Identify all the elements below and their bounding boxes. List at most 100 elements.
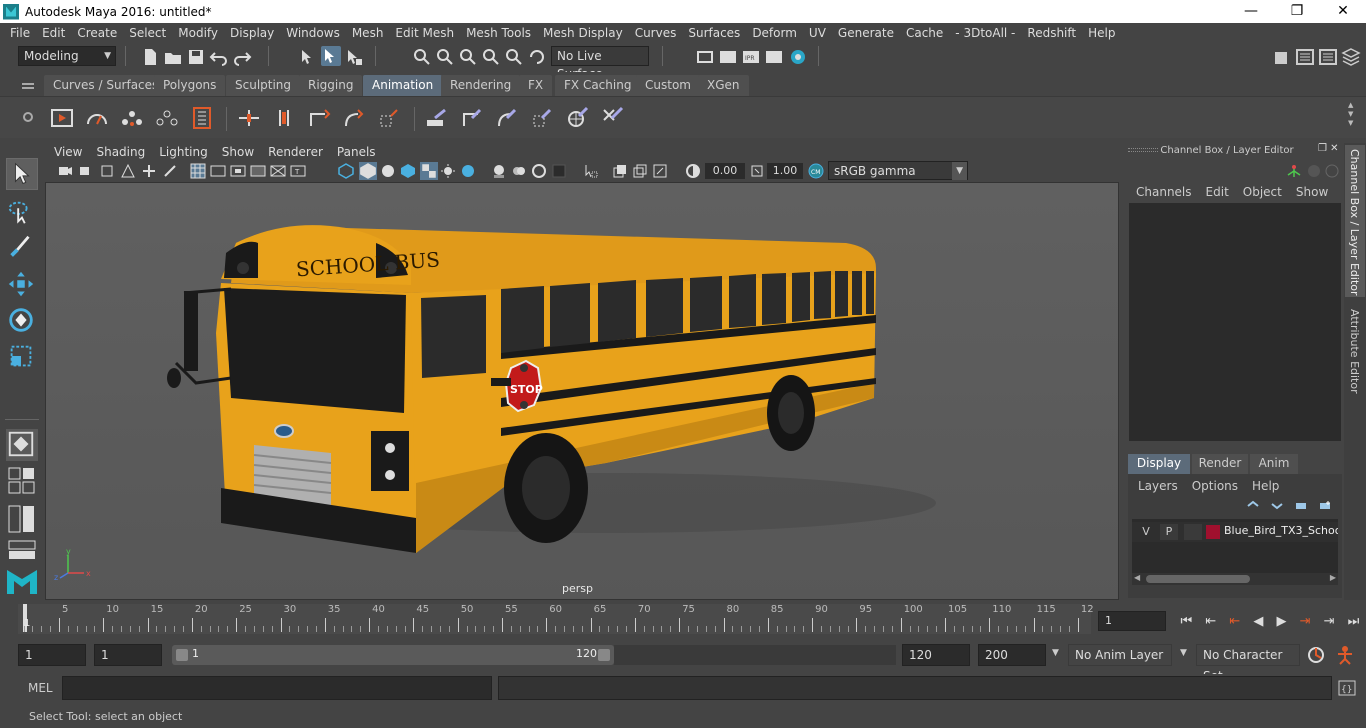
orient-constraint-icon[interactable] — [495, 106, 519, 130]
new-empty-layer-icon[interactable] — [1294, 500, 1308, 512]
textured-icon[interactable] — [400, 163, 416, 179]
gate-mask-icon[interactable] — [250, 163, 266, 179]
motion-blur-icon[interactable] — [511, 163, 527, 179]
help-menu[interactable]: Help — [1252, 479, 1279, 493]
isolate-select-icon[interactable] — [583, 163, 599, 179]
xray-icon[interactable] — [612, 163, 628, 179]
start-time-field[interactable]: 1 — [18, 644, 86, 666]
grease-pencil-icon[interactable] — [162, 163, 178, 179]
side-tab-channel-box[interactable]: Channel Box / Layer Editor — [1345, 145, 1365, 297]
image-plane-icon[interactable] — [120, 163, 136, 179]
paint-select-tool-button[interactable] — [6, 233, 38, 265]
viewport-menu-show[interactable]: Show — [222, 145, 254, 159]
select-component-icon[interactable] — [344, 47, 364, 67]
playback-end-field[interactable]: 120 — [902, 644, 970, 666]
view-transform-dropdown[interactable]: sRGB gamma ▼ — [828, 161, 968, 180]
ik-handle-icon[interactable] — [307, 106, 331, 130]
move-layer-down-icon[interactable] — [1270, 500, 1284, 512]
tab-rendering[interactable]: Rendering — [441, 75, 521, 96]
anim-layer-field[interactable]: No Anim Layer — [1068, 644, 1172, 666]
use-all-lights-icon[interactable] — [440, 163, 456, 179]
exposure-icon[interactable] — [685, 163, 701, 179]
scale-constraint-icon[interactable] — [530, 106, 554, 130]
grid-toggle-icon[interactable] — [190, 163, 206, 179]
range-start-handle[interactable] — [176, 649, 188, 661]
set-breakdown-icon[interactable] — [272, 106, 296, 130]
shelf-menu-icon[interactable] — [22, 83, 34, 85]
end-time-field[interactable]: 200 — [978, 644, 1046, 666]
side-by-side-layout-icon[interactable] — [8, 505, 36, 533]
four-view-layout-icon[interactable] — [8, 467, 36, 495]
unghost-icon[interactable] — [155, 106, 179, 130]
layer-playback-toggle[interactable]: P — [1160, 524, 1178, 540]
layers-menu[interactable]: Layers — [1138, 479, 1178, 493]
auto-key-icon[interactable] — [1306, 645, 1326, 665]
snap-surface-icon[interactable] — [504, 47, 524, 67]
layer-color-swatch[interactable] — [1206, 525, 1220, 539]
viewport-menu-view[interactable]: View — [54, 145, 82, 159]
exposure-field[interactable]: 0.00 — [705, 163, 745, 179]
command-language-label[interactable]: MEL — [28, 681, 53, 695]
parent-constraint-icon[interactable] — [425, 106, 449, 130]
play-backward-icon[interactable]: ◀ — [1253, 614, 1263, 629]
set-key-icon[interactable] — [237, 106, 261, 130]
tab-fx-caching[interactable]: FX Caching — [555, 75, 641, 96]
minimize-button[interactable]: — — [1228, 0, 1274, 23]
depth-of-field-icon[interactable] — [551, 163, 567, 179]
show-menu[interactable]: Show — [1296, 185, 1328, 199]
character-set-field[interactable]: No Character Set — [1196, 644, 1300, 683]
tab-rigging[interactable]: Rigging — [299, 75, 363, 96]
select-object-icon[interactable] — [321, 46, 341, 66]
viewport-menu-lighting[interactable]: Lighting — [159, 145, 208, 159]
tab-xgen[interactable]: XGen — [698, 75, 749, 96]
perspective-viewport[interactable]: SCHOOL BUS STOP y x z persp — [45, 182, 1119, 600]
scale-tool-button[interactable] — [6, 341, 38, 373]
save-scene-icon[interactable] — [186, 47, 206, 67]
viewport-menu-renderer[interactable]: Renderer — [268, 145, 323, 159]
side-tab-attribute-editor[interactable]: Attribute Editor — [1345, 303, 1365, 403]
layer-visibility-toggle[interactable]: V — [1138, 524, 1154, 540]
menu-mesh-tools[interactable]: Mesh Tools — [460, 26, 537, 40]
tool-settings-toggle-icon[interactable] — [1318, 47, 1338, 67]
step-forward-frame-icon[interactable]: ⇥ — [1300, 614, 1311, 629]
edit-menu[interactable]: Edit — [1206, 185, 1229, 199]
range-end-handle[interactable] — [598, 649, 610, 661]
motion-trail-icon[interactable] — [120, 106, 144, 130]
menu-edit[interactable]: Edit — [36, 26, 71, 40]
layer-tab-render[interactable]: Render — [1192, 454, 1248, 474]
menu-deform[interactable]: Deform — [746, 26, 803, 40]
redo-icon[interactable] — [232, 47, 252, 67]
tab-polygons[interactable]: Polygons — [154, 75, 226, 96]
gamma-field[interactable]: 1.00 — [767, 163, 803, 179]
ghost-icon[interactable] — [85, 106, 109, 130]
layer-name[interactable]: Blue_Bird_TX3_School_ — [1224, 524, 1338, 537]
menu-surfaces[interactable]: Surfaces — [682, 26, 746, 40]
gamma-icon[interactable] — [749, 163, 765, 179]
menu-edit-mesh[interactable]: Edit Mesh — [389, 26, 460, 40]
range-slider[interactable]: 1 120 — [172, 645, 614, 665]
shelf-scroll-buttons[interactable]: ▲ ▼ ▼ — [1348, 101, 1358, 135]
menu-generate[interactable]: Generate — [832, 26, 900, 40]
snap-curve-icon[interactable] — [435, 47, 455, 67]
speed-icon[interactable] — [1306, 163, 1322, 179]
make-live-icon[interactable] — [527, 47, 547, 67]
move-layer-up-icon[interactable] — [1246, 500, 1260, 512]
layer-list-scrollbar[interactable]: ◀ ▶ — [1132, 573, 1338, 585]
viewport-menu-shading[interactable]: Shading — [96, 145, 145, 159]
scroll-right-icon[interactable]: ▶ — [1330, 573, 1336, 582]
go-to-start-icon[interactable]: ⏮ — [1181, 614, 1193, 629]
step-back-frame-icon[interactable]: ⇤ — [1229, 614, 1240, 629]
safe-action-icon[interactable]: T — [290, 163, 306, 179]
chevron-down-icon[interactable]: ▼ — [1180, 648, 1187, 658]
single-perspective-view-button[interactable] — [6, 429, 38, 461]
menu-create[interactable]: Create — [71, 26, 123, 40]
menu-mesh-display[interactable]: Mesh Display — [537, 26, 629, 40]
menu-cache[interactable]: Cache — [900, 26, 949, 40]
checker-texture-icon[interactable] — [420, 162, 438, 180]
pole-vector-constraint-icon[interactable] — [600, 106, 624, 130]
menu-mesh[interactable]: Mesh — [346, 26, 390, 40]
xray-active-components-icon[interactable] — [632, 163, 648, 179]
render-settings-icon[interactable] — [764, 47, 784, 67]
hyper-icon[interactable] — [1324, 163, 1340, 179]
menu-modify[interactable]: Modify — [172, 26, 224, 40]
